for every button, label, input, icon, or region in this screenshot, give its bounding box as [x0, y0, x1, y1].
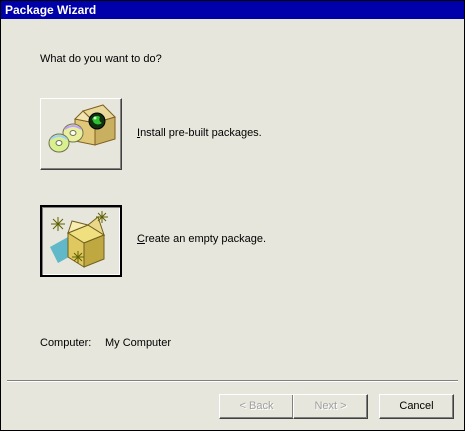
package-wizard-window: Package Wizard What do you want to do? I… [0, 0, 465, 431]
create-empty-package-label[interactable]: Create an empty package. [137, 233, 266, 245]
empty-package-icon [50, 211, 108, 268]
back-button[interactable]: < Back [219, 394, 294, 419]
install-label-text: nstall pre-built packages. [140, 127, 262, 139]
install-packages-label[interactable]: Install pre-built packages. [137, 127, 262, 139]
create-accelerator: C [137, 233, 145, 245]
computer-label: Computer: [40, 337, 92, 349]
computer-value: My Computer [105, 337, 172, 349]
cd-package-icon [48, 104, 116, 153]
cancel-button[interactable]: Cancel [379, 394, 454, 419]
install-packages-button[interactable] [40, 98, 122, 170]
create-label-text: reate an empty package. [144, 233, 267, 245]
prompt-text: What do you want to do? [40, 53, 162, 65]
next-button[interactable]: Next > [293, 394, 368, 419]
create-empty-package-button[interactable] [40, 205, 122, 277]
window-title: Package Wizard [5, 3, 97, 17]
title-bar[interactable]: Package Wizard [1, 1, 464, 19]
footer-separator [7, 380, 458, 382]
